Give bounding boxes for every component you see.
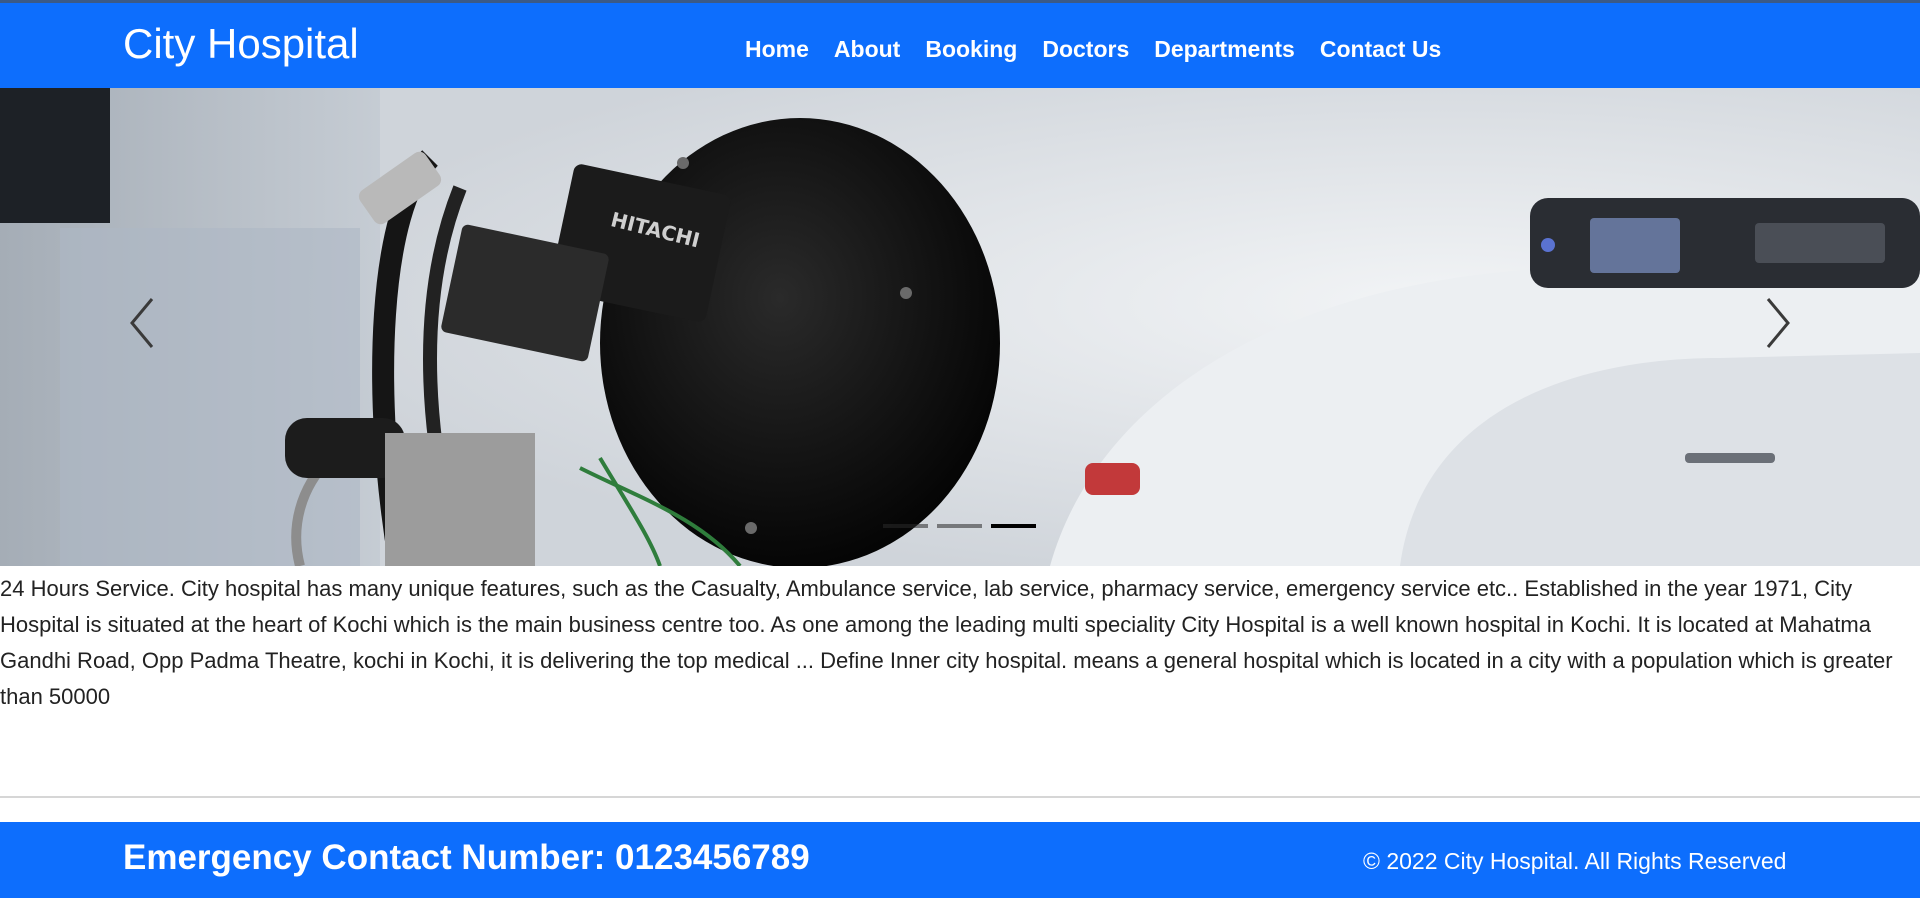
carousel-next-button[interactable] [1754,293,1798,353]
footer: Emergency Contact Number: 0123456789 © 2… [0,822,1920,898]
chevron-left-icon [130,298,154,348]
carousel-slide-image: HITACHI [0,88,1920,566]
nav-item-doctors: Doctors [1042,34,1129,64]
nav-link-departments[interactable]: Departments [1154,36,1295,62]
carousel-indicators [883,524,1036,528]
chevron-right-icon [1766,298,1790,348]
top-navbar: City Hospital Home About Booking Doctors… [0,0,1920,88]
nav-item-booking: Booking [925,34,1017,64]
copyright-text: © 2022 City Hospital. All Rights Reserve… [1363,848,1787,874]
carousel-prev-button[interactable] [122,293,166,353]
carousel-indicator-2[interactable] [937,524,982,528]
nav-item-departments: Departments [1154,34,1295,64]
brand-logo-text[interactable]: City Hospital [123,19,359,69]
carousel-indicator-3[interactable] [991,524,1036,528]
hero-carousel: HITACHI [0,88,1920,566]
nav-link-booking[interactable]: Booking [925,36,1017,62]
emergency-contact-number: Emergency Contact Number: 0123456789 [123,838,810,877]
nav-link-home[interactable]: Home [745,36,809,62]
nav-item-contact-us: Contact Us [1320,34,1441,64]
about-paragraph: 24 Hours Service. City hospital has many… [0,576,1893,709]
section-divider [0,796,1920,798]
carousel-indicator-1[interactable] [883,524,928,528]
nav-item-about: About [834,34,900,64]
main-nav: Home About Booking Doctors Departments C… [745,34,1441,64]
nav-link-doctors[interactable]: Doctors [1042,36,1129,62]
nav-link-about[interactable]: About [834,36,900,62]
page: City Hospital Home About Booking Doctors… [0,0,1920,898]
nav-item-home: Home [745,34,809,64]
nav-link-contact-us[interactable]: Contact Us [1320,36,1441,62]
